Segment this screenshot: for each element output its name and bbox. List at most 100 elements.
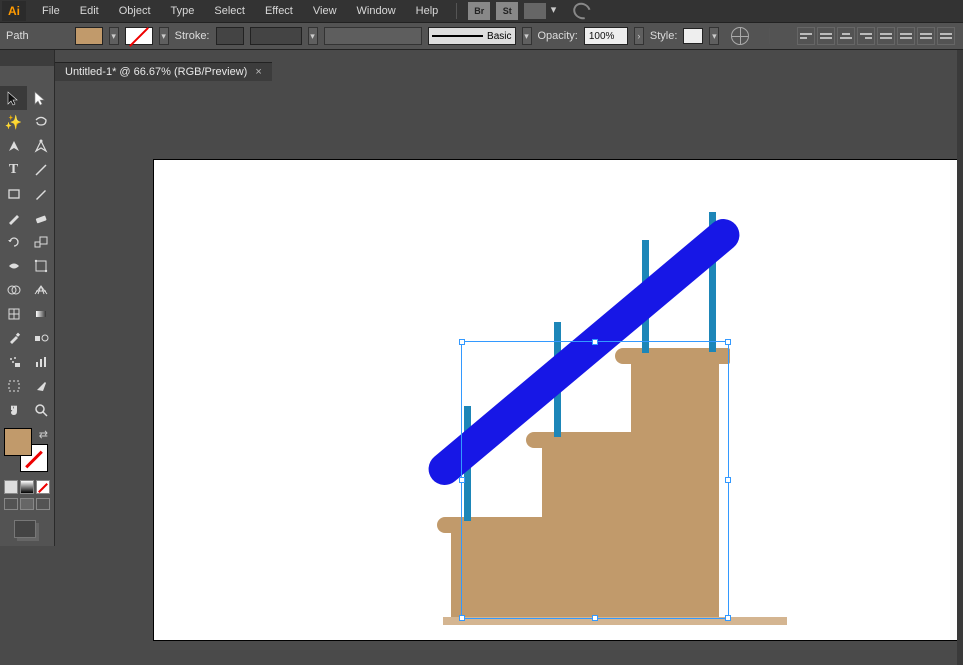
menu-effect[interactable]: Effect xyxy=(255,2,303,20)
align-button[interactable] xyxy=(797,27,815,45)
rectangle-tool[interactable] xyxy=(0,182,27,206)
selection-handle[interactable] xyxy=(725,615,731,621)
selection-bounding-box[interactable] xyxy=(461,341,729,619)
align-bottom-icon[interactable] xyxy=(917,27,935,45)
color-mode-none[interactable] xyxy=(36,480,50,494)
draw-inside-icon[interactable] xyxy=(36,498,50,510)
workspace: Untitled-1* @ 66.67% (RGB/Preview) × ✨ T xyxy=(0,50,963,665)
curvature-tool[interactable] xyxy=(27,134,54,158)
direct-selection-tool[interactable] xyxy=(27,86,54,110)
menu-object[interactable]: Object xyxy=(109,2,161,20)
arrange-documents-button[interactable] xyxy=(524,3,546,19)
artboard-tool[interactable] xyxy=(0,374,27,398)
selection-handle[interactable] xyxy=(725,477,731,483)
line-segment-tool[interactable] xyxy=(27,158,54,182)
color-mode-gradient[interactable] xyxy=(20,480,34,494)
draw-mode-row xyxy=(0,496,54,512)
variable-width-dropdown[interactable]: ▾ xyxy=(308,27,318,45)
separator xyxy=(769,28,770,44)
type-tool[interactable]: T xyxy=(0,158,27,182)
panels-collapse-strip[interactable] xyxy=(957,50,963,665)
menu-file[interactable]: File xyxy=(32,2,70,20)
menu-select[interactable]: Select xyxy=(204,2,255,20)
brush-field[interactable]: Basic xyxy=(428,27,516,45)
recolor-artwork-icon[interactable] xyxy=(731,27,749,45)
align-left-icon[interactable] xyxy=(817,27,835,45)
draw-normal-icon[interactable] xyxy=(4,498,18,510)
zoom-tool[interactable] xyxy=(27,398,54,422)
selection-handle[interactable] xyxy=(592,615,598,621)
menu-help[interactable]: Help xyxy=(406,2,449,20)
paintbrush-tool[interactable] xyxy=(27,182,54,206)
align-center-icon[interactable] xyxy=(837,27,855,45)
artboard[interactable] xyxy=(154,160,963,640)
lasso-tool[interactable] xyxy=(27,110,54,134)
control-bar: Path ▾ ▾ Stroke: ▾ Basic ▾ Opacity: 100%… xyxy=(0,22,963,50)
stroke-swatch[interactable] xyxy=(125,27,153,45)
swap-fill-stroke-icon[interactable]: ⇄ xyxy=(39,428,48,441)
stroke-label: Stroke: xyxy=(175,30,210,42)
blend-tool[interactable] xyxy=(27,326,54,350)
magic-wand-tool[interactable]: ✨ xyxy=(0,110,27,134)
eraser-tool[interactable] xyxy=(27,206,54,230)
stock-icon[interactable]: St xyxy=(496,2,518,20)
gradient-tool[interactable] xyxy=(27,302,54,326)
shape-builder-tool[interactable] xyxy=(0,278,27,302)
rotate-tool[interactable] xyxy=(0,230,27,254)
color-mode-solid[interactable] xyxy=(4,480,18,494)
distribute-icon[interactable] xyxy=(937,27,955,45)
selection-handle[interactable] xyxy=(592,339,598,345)
align-right-icon[interactable] xyxy=(857,27,875,45)
fill-swatch[interactable] xyxy=(75,27,103,45)
selection-tool[interactable] xyxy=(0,86,27,110)
style-label: Style: xyxy=(650,30,678,42)
slice-tool[interactable] xyxy=(27,374,54,398)
width-tool[interactable] xyxy=(0,254,27,278)
align-middle-icon[interactable] xyxy=(897,27,915,45)
eyedropper-tool[interactable] xyxy=(0,326,27,350)
variable-width-profile[interactable] xyxy=(250,27,302,45)
align-top-icon[interactable] xyxy=(877,27,895,45)
fill-color-box[interactable] xyxy=(4,428,32,456)
bridge-icon[interactable]: Br xyxy=(468,2,490,20)
fill-stroke-control[interactable]: ⇄ xyxy=(4,428,48,472)
menu-view[interactable]: View xyxy=(303,2,347,20)
fill-dropdown[interactable]: ▾ xyxy=(109,27,119,45)
graphic-style-swatch[interactable] xyxy=(683,28,703,44)
free-transform-tool[interactable] xyxy=(27,254,54,278)
column-graph-tool[interactable] xyxy=(27,350,54,374)
selection-handle[interactable] xyxy=(725,339,731,345)
document-tab-title: Untitled-1* @ 66.67% (RGB/Preview) xyxy=(65,66,247,78)
selection-type-label: Path xyxy=(6,30,29,42)
scale-tool[interactable] xyxy=(27,230,54,254)
menu-type[interactable]: Type xyxy=(161,2,205,20)
canvas[interactable] xyxy=(154,160,963,665)
brush-dropdown[interactable]: ▾ xyxy=(522,27,532,45)
opacity-dropdown[interactable]: › xyxy=(634,27,644,45)
pencil-tool[interactable] xyxy=(0,206,27,230)
selection-handle[interactable] xyxy=(459,339,465,345)
draw-behind-icon[interactable] xyxy=(20,498,34,510)
opacity-field[interactable]: 100% xyxy=(584,27,628,45)
document-tab-bar: Untitled-1* @ 66.67% (RGB/Preview) × xyxy=(55,62,272,82)
style-dropdown[interactable]: ▾ xyxy=(709,27,719,45)
pen-tool[interactable] xyxy=(0,134,27,158)
perspective-grid-tool[interactable] xyxy=(27,278,54,302)
mesh-tool[interactable] xyxy=(0,302,27,326)
document-tab[interactable]: Untitled-1* @ 66.67% (RGB/Preview) × xyxy=(55,62,272,81)
separator xyxy=(456,3,457,19)
hand-tool[interactable] xyxy=(0,398,27,422)
symbol-sprayer-tool[interactable] xyxy=(0,350,27,374)
selection-handle[interactable] xyxy=(459,615,465,621)
brush-definition[interactable] xyxy=(324,27,422,45)
selection-handle[interactable] xyxy=(459,477,465,483)
close-tab-icon[interactable]: × xyxy=(255,66,261,78)
stroke-dropdown[interactable]: ▾ xyxy=(159,27,169,45)
brush-name: Basic xyxy=(487,31,511,42)
stroke-weight-field[interactable] xyxy=(216,27,244,45)
menu-edit[interactable]: Edit xyxy=(70,2,109,20)
app-logo: Ai xyxy=(2,1,26,21)
sync-settings-icon[interactable] xyxy=(570,0,594,22)
menu-window[interactable]: Window xyxy=(347,2,406,20)
screen-mode-button[interactable] xyxy=(14,520,36,538)
